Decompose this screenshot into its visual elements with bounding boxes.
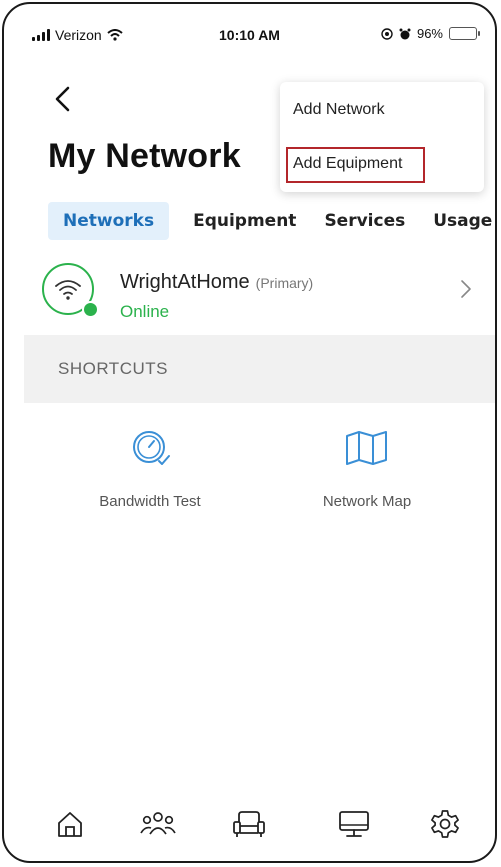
network-name-line: WrightAtHome (Primary) xyxy=(120,271,313,294)
wifi-icon xyxy=(55,280,81,300)
network-name: WrightAtHome xyxy=(120,271,250,293)
nav-equipment[interactable] xyxy=(229,804,269,844)
status-right: 96% xyxy=(381,26,480,41)
nav-people[interactable] xyxy=(138,804,178,844)
menu-item-add-network[interactable]: Add Network xyxy=(293,101,385,119)
location-icon xyxy=(381,27,393,40)
status-bar: Verizon 10:10 AM 96% xyxy=(4,4,495,64)
phone-frame: Verizon 10:10 AM 96% My Network Networks… xyxy=(2,2,497,863)
network-map-shortcut[interactable]: Network Map xyxy=(277,428,457,510)
battery-percent: 96% xyxy=(416,26,443,41)
network-status: Online xyxy=(120,302,170,321)
nav-settings[interactable] xyxy=(425,804,465,844)
back-button[interactable] xyxy=(50,84,76,114)
page-title: My Network xyxy=(48,137,241,175)
battery-icon xyxy=(449,27,480,40)
alarm-icon xyxy=(399,28,411,39)
map-icon xyxy=(346,431,387,465)
home-icon xyxy=(58,812,82,837)
network-list-item[interactable]: WrightAtHome (Primary) Online xyxy=(42,257,482,327)
tab-usage[interactable]: Usage xyxy=(419,202,495,240)
tab-networks[interactable]: Networks xyxy=(48,202,170,240)
chevron-right-icon xyxy=(461,280,471,298)
bottom-nav xyxy=(4,804,495,854)
bandwidth-test-shortcut[interactable]: Bandwidth Test xyxy=(60,428,240,510)
sofa-icon xyxy=(233,811,265,837)
shortcuts-header: SHORTCUTS xyxy=(24,335,495,403)
nav-devices[interactable] xyxy=(334,804,374,844)
shortcuts-heading: SHORTCUTS xyxy=(58,359,168,378)
network-map-label: Network Map xyxy=(322,493,412,510)
nav-home[interactable] xyxy=(50,804,90,844)
bandwidth-test-label: Bandwidth Test xyxy=(99,493,201,510)
online-indicator xyxy=(82,301,99,318)
add-menu: Add Network Add Equipment xyxy=(280,82,484,192)
tab-services[interactable]: Services xyxy=(310,202,419,240)
people-icon xyxy=(140,812,176,835)
monitor-icon xyxy=(339,811,369,837)
tab-bar: Networks Equipment Services Usage xyxy=(48,202,495,240)
tab-equipment[interactable]: Equipment xyxy=(179,202,310,240)
speedometer-icon xyxy=(133,431,170,465)
chevron-left-icon xyxy=(55,86,70,112)
menu-item-add-equipment[interactable]: Add Equipment xyxy=(293,155,402,173)
settings-icon xyxy=(431,810,459,838)
network-primary-tag: (Primary) xyxy=(255,275,314,291)
